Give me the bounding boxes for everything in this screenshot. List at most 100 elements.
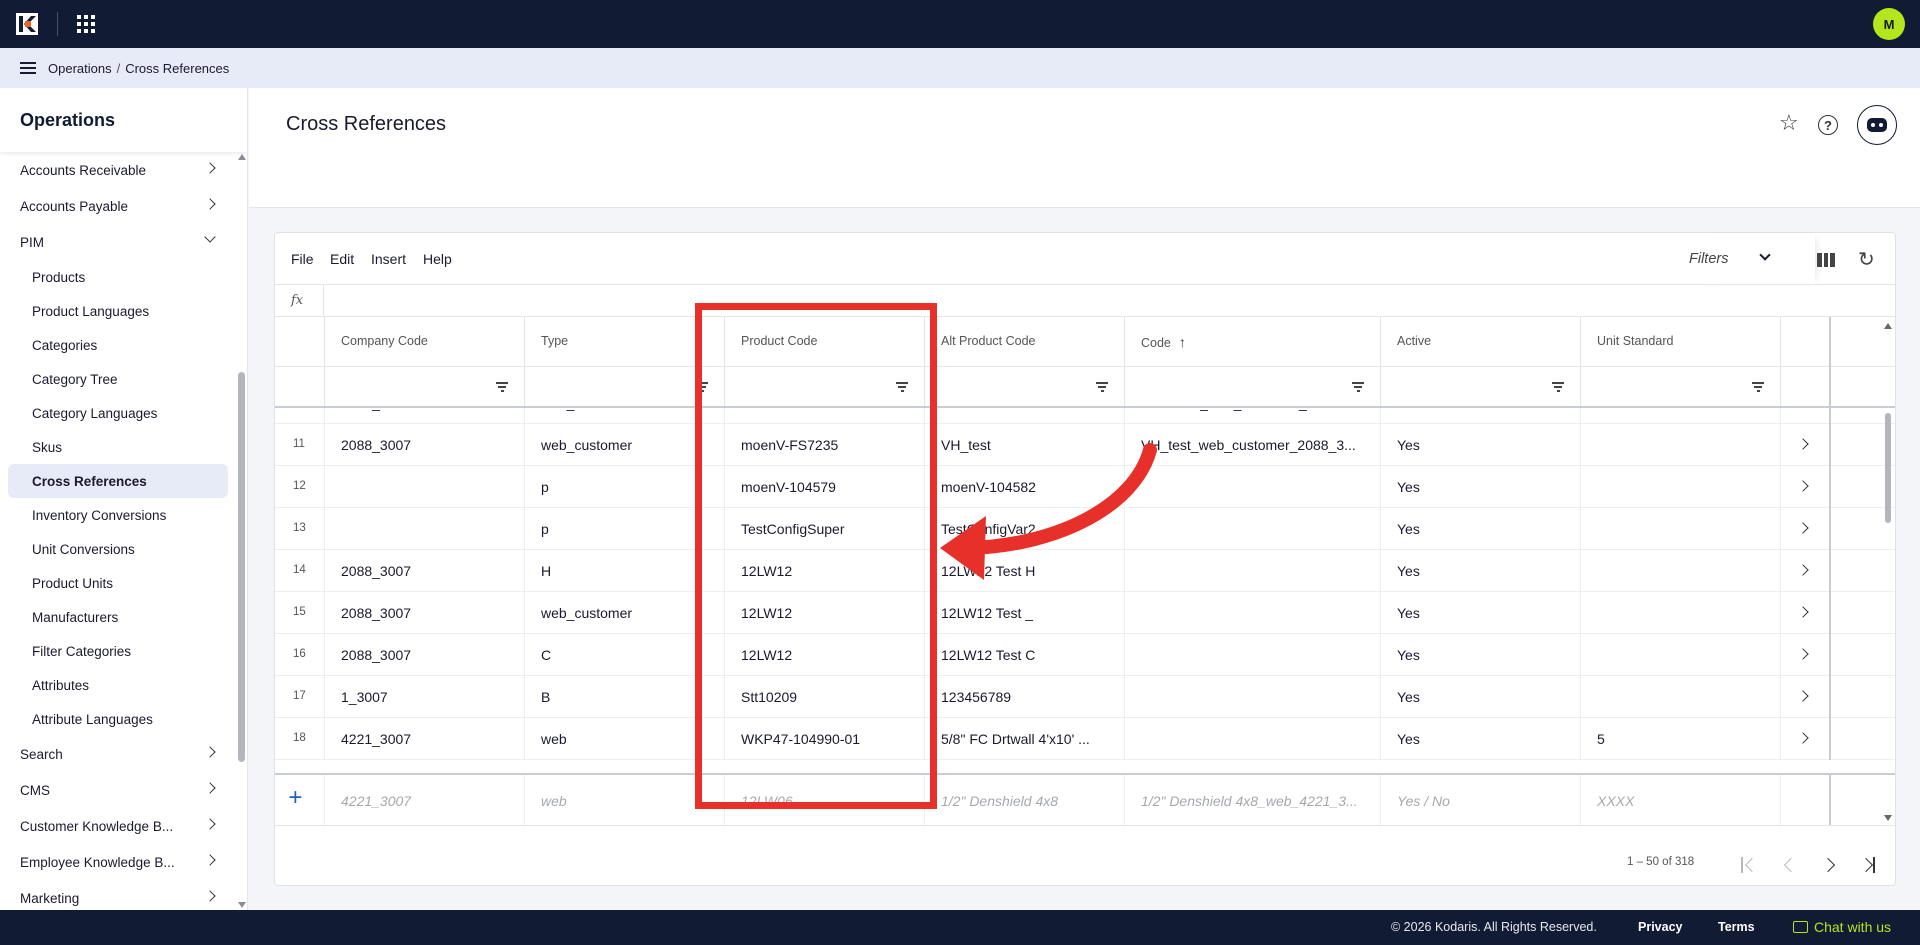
scroll-down-icon[interactable] [1884, 815, 1892, 821]
sidebar-item-manufacturers[interactable]: Manufacturers [0, 600, 236, 634]
cell-alt-product-code[interactable]: 5/8" FC Drtwall 4'x10' ... [925, 718, 1125, 760]
cell-company-code[interactable]: 2088_3007 [325, 408, 525, 424]
sort-ascending-icon[interactable]: ↑ [1179, 334, 1186, 350]
cell-code[interactable] [1125, 592, 1381, 634]
cell-type[interactable]: H [525, 550, 725, 592]
cell-company-code[interactable]: 2088_3007 [325, 424, 525, 466]
table-row[interactable]: 18 4221_3007 web WKP47-104990-01 5/8" FC… [275, 718, 1895, 760]
apps-grid-icon[interactable] [76, 14, 96, 34]
cell-product-code[interactable]: 12LW12 [725, 550, 925, 592]
filter-icon[interactable] [696, 382, 708, 392]
filter-cell-alt-product-code[interactable] [925, 367, 1125, 406]
new-row-type-input[interactable]: web [525, 775, 725, 825]
table-row[interactable]: 2088_3007 web_customer kodarisTestProduc… [275, 408, 1895, 424]
table-row[interactable]: 12 p moenV-104579 moenV-104582 Yes [275, 466, 1895, 508]
cell-alt-product-code[interactable]: TestTest1 [925, 408, 1125, 424]
sidebar-item-category-languages[interactable]: Category Languages [0, 396, 236, 430]
filter-cell-unit-standard[interactable] [1581, 367, 1781, 406]
cell-unit-standard[interactable] [1581, 466, 1781, 508]
chevron-right-icon[interactable] [1797, 480, 1809, 492]
chevron-right-icon[interactable] [1797, 648, 1809, 660]
cell-type[interactable]: web_customer [525, 408, 725, 424]
column-header-code[interactable]: Code ↑ [1125, 317, 1381, 367]
row-open-cell[interactable] [1781, 550, 1831, 592]
cell-type[interactable]: B [525, 676, 725, 718]
cell-unit-standard[interactable]: 5 [1581, 718, 1781, 760]
sidebar-item-products[interactable]: Products [0, 260, 236, 294]
chevron-down-icon[interactable] [1759, 249, 1771, 261]
cell-active[interactable]: Yes [1381, 408, 1581, 424]
row-open-cell[interactable] [1781, 676, 1831, 718]
cell-company-code[interactable] [325, 466, 525, 508]
column-header-unit-standard[interactable]: Unit Standard [1581, 317, 1781, 367]
ai-assistant-bot-button[interactable] [1857, 105, 1897, 145]
scroll-up-icon[interactable] [1884, 323, 1892, 329]
user-avatar[interactable]: M [1873, 8, 1905, 40]
cell-type[interactable]: web_customer [525, 592, 725, 634]
cell-active[interactable]: Yes [1381, 634, 1581, 676]
menu-help[interactable]: Help [423, 251, 452, 267]
chevron-right-icon[interactable] [1797, 522, 1809, 534]
sidebar-item-cross-references[interactable]: Cross References [8, 464, 228, 498]
new-row-active-input[interactable]: Yes / No [1381, 775, 1581, 825]
cell-type[interactable]: web [525, 718, 725, 760]
filter-cell-code[interactable] [1125, 367, 1381, 406]
table-row[interactable]: 11 2088_3007 web_customer moenV-FS7235 V… [275, 424, 1895, 466]
hamburger-menu-icon[interactable] [20, 62, 36, 74]
kodaris-logo-icon[interactable] [16, 13, 38, 35]
cell-code[interactable] [1125, 676, 1381, 718]
cell-product-code[interactable]: moenV-104579 [725, 466, 925, 508]
cell-alt-product-code[interactable]: TestConfigVar2 [925, 508, 1125, 550]
table-row[interactable]: 14 2088_3007 H 12LW12 12LW12 Test H Yes [275, 550, 1895, 592]
cell-code[interactable]: TestTest1_web_customer_208... [1125, 408, 1381, 424]
filter-icon[interactable] [896, 382, 908, 392]
cell-unit-standard[interactable] [1581, 424, 1781, 466]
footer-privacy-link[interactable]: Privacy [1638, 920, 1682, 934]
cell-active[interactable]: Yes [1381, 508, 1581, 550]
breadcrumb-operations[interactable]: Operations [48, 61, 112, 76]
chevron-right-icon[interactable] [1797, 690, 1809, 702]
chat-with-us-button[interactable]: Chat with us [1793, 919, 1891, 935]
cell-code[interactable] [1125, 466, 1381, 508]
cell-code[interactable]: VH_test_web_customer_2088_3... [1125, 424, 1381, 466]
scroll-up-icon[interactable] [238, 154, 246, 160]
new-row-product-code-input[interactable]: 12LW06 [725, 775, 925, 825]
cell-type[interactable]: C [525, 634, 725, 676]
cell-alt-product-code[interactable]: 12LW12 Test C [925, 634, 1125, 676]
refresh-icon[interactable]: ↻ [1858, 247, 1875, 272]
row-open-cell[interactable] [1781, 466, 1831, 508]
filter-icon[interactable] [1752, 382, 1764, 392]
sidebar-item-skus[interactable]: Skus [0, 430, 236, 464]
cell-active[interactable]: Yes [1381, 466, 1581, 508]
cell-company-code[interactable]: 1_3007 [325, 676, 525, 718]
sidebar-item-categories[interactable]: Categories [0, 328, 236, 362]
sidebar-group-accounts-receivable[interactable]: Accounts Receivable [0, 152, 236, 188]
cell-company-code[interactable]: 2088_3007 [325, 592, 525, 634]
cell-product-code[interactable]: 12LW12 [725, 634, 925, 676]
cell-type[interactable]: p [525, 508, 725, 550]
next-page-button[interactable] [1820, 857, 1836, 873]
cell-company-code[interactable] [325, 508, 525, 550]
cell-alt-product-code[interactable]: moenV-104582 [925, 466, 1125, 508]
sidebar-group-cms[interactable]: CMS [0, 772, 236, 808]
cell-unit-standard[interactable] [1581, 508, 1781, 550]
row-open-cell[interactable] [1781, 424, 1831, 466]
add-row-plus-icon[interactable]: + [288, 784, 302, 812]
cell-alt-product-code[interactable]: VH_test [925, 424, 1125, 466]
cell-unit-standard[interactable] [1581, 592, 1781, 634]
scroll-down-icon[interactable] [238, 902, 246, 908]
filter-cell-product-code[interactable] [725, 367, 925, 406]
row-open-cell[interactable] [1781, 508, 1831, 550]
menu-insert[interactable]: Insert [371, 251, 406, 267]
row-open-cell[interactable] [1781, 592, 1831, 634]
column-header-type[interactable]: Type [525, 317, 725, 367]
row-open-cell[interactable] [1781, 718, 1831, 760]
filter-icon[interactable] [1552, 382, 1564, 392]
first-page-button[interactable] [1741, 857, 1760, 873]
filters-button[interactable]: Filters [1689, 251, 1728, 267]
chevron-right-icon[interactable] [1797, 438, 1809, 450]
sidebar-item-attribute-languages[interactable]: Attribute Languages [0, 702, 236, 736]
new-row-unit-standard-input[interactable]: XXXX [1581, 775, 1781, 825]
cell-active[interactable]: Yes [1381, 676, 1581, 718]
cell-code[interactable] [1125, 508, 1381, 550]
